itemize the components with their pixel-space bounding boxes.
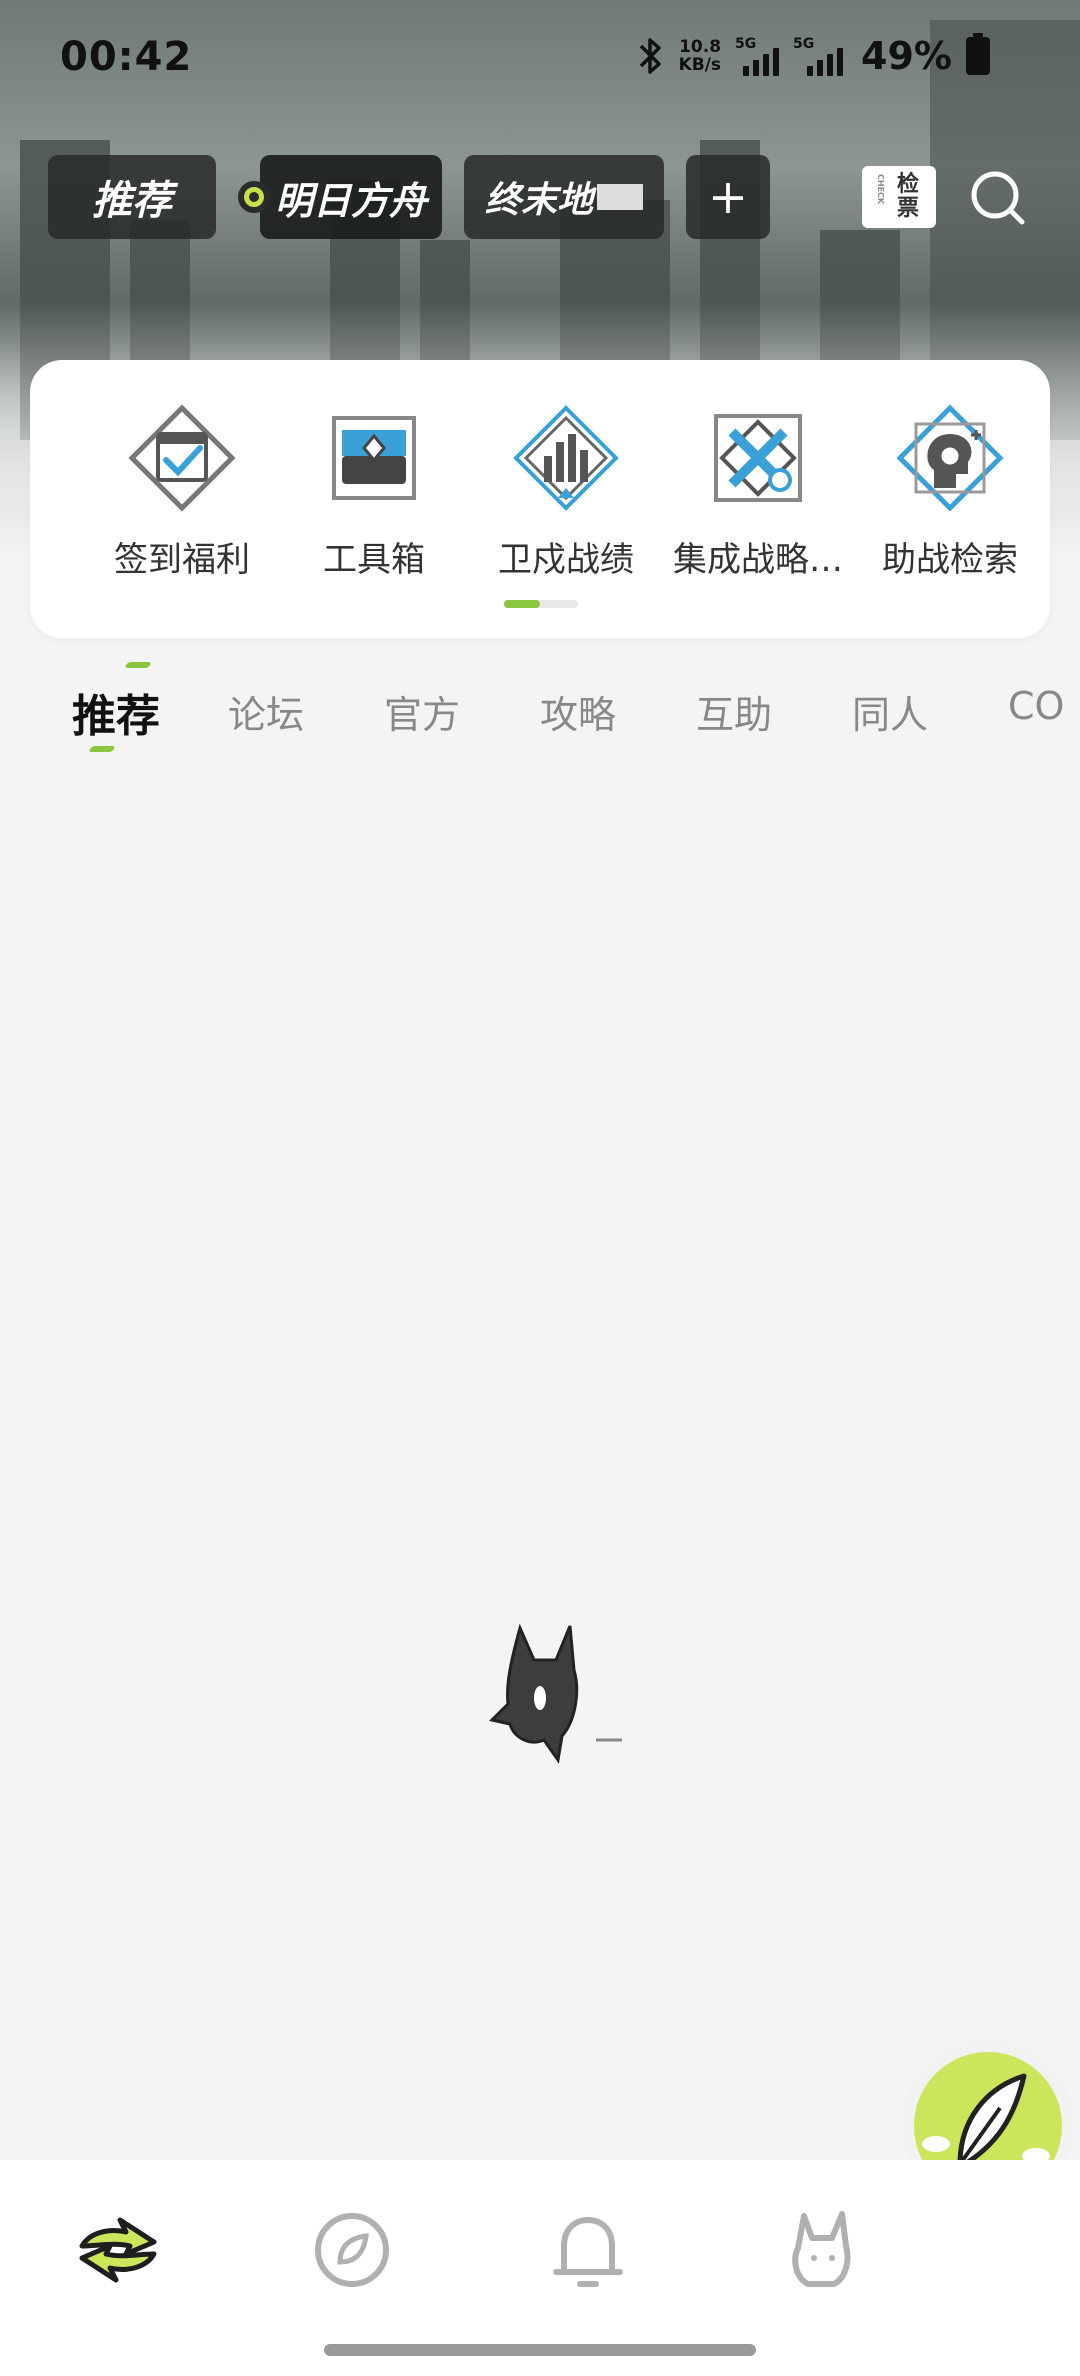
stats-icon — [513, 405, 619, 511]
checkin-icon — [128, 404, 236, 512]
tool-stats[interactable]: 卫戍战绩 — [470, 404, 662, 581]
ticket-check-button[interactable]: CHECK 检票 — [862, 166, 936, 228]
signal-sim1-icon: 5G — [735, 36, 780, 76]
category-tabs: 推荐 论坛 官方 攻略 互助 同人 CO — [0, 660, 1080, 760]
game-tab-arknights[interactable]: 明日方舟 — [238, 155, 442, 239]
tab-co[interactable]: CO — [1008, 684, 1064, 728]
tab-accent-mark — [124, 662, 152, 668]
discover-icon[interactable] — [304, 2202, 400, 2298]
endfield-logo-icon — [597, 184, 643, 210]
strategy-icon — [714, 414, 802, 502]
search-icon[interactable] — [966, 166, 1030, 230]
battery-percent: 49% — [861, 34, 952, 78]
home-indicator[interactable] — [324, 2344, 756, 2356]
signal-sim2-icon: 5G — [793, 36, 847, 76]
network-speed: 10.8 KB/s — [678, 37, 722, 75]
tab-official[interactable]: 官方 — [384, 684, 460, 739]
tool-support-search[interactable]: 助战检索 — [854, 404, 1046, 581]
tab-mutual-help[interactable]: 互助 — [696, 684, 772, 739]
loading-mascot-icon — [489, 1623, 622, 1764]
game-tab-endfield[interactable]: 终末地 — [464, 155, 664, 239]
toolbox-icon — [332, 416, 416, 500]
battery-icon — [966, 33, 990, 75]
bluetooth-icon — [639, 38, 661, 74]
status-time: 00:42 — [60, 34, 193, 80]
game-tab-recommend[interactable]: 推荐 — [48, 155, 216, 239]
game-tab-bar: 推荐 明日方舟 终末地 + — [48, 155, 770, 239]
selected-dot-icon — [238, 181, 270, 213]
tab-forum[interactable]: 论坛 — [228, 684, 304, 739]
tab-guides[interactable]: 攻略 — [540, 684, 616, 739]
ticket-label: 检票 — [896, 172, 919, 221]
tab-fan-works[interactable]: 同人 — [852, 684, 928, 739]
profile-icon[interactable] — [774, 2202, 870, 2298]
tool-strategy[interactable]: 集成战略… — [662, 404, 854, 581]
home-icon[interactable] — [70, 2202, 166, 2298]
tools-card: 签到福利 工具箱 卫戍战绩 集成战略… 助战检索 — [30, 360, 1050, 638]
tab-accent-mark — [88, 746, 116, 752]
tool-toolbox[interactable]: 工具箱 — [278, 404, 470, 581]
add-game-button[interactable]: + — [686, 155, 770, 239]
tab-recommend[interactable]: 推荐 — [72, 680, 160, 744]
bell-icon[interactable] — [540, 2202, 636, 2298]
tool-checkin[interactable]: 签到福利 — [86, 404, 278, 581]
status-bar: 00:42 10.8 KB/s 5G 5G 49% — [0, 0, 1080, 120]
support-search-icon — [896, 404, 1004, 512]
tools-page-indicator — [504, 600, 578, 608]
